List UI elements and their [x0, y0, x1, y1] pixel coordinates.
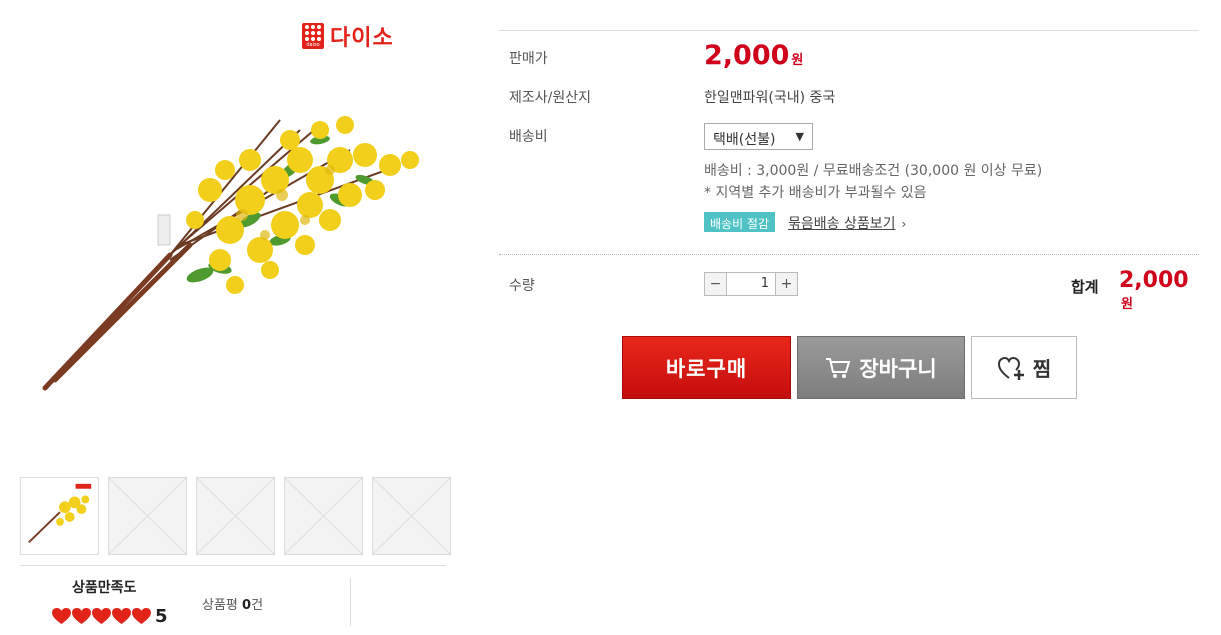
- placeholder-icon: [285, 478, 362, 554]
- thumbnail-5[interactable]: [372, 477, 451, 555]
- thumbnail-3[interactable]: [196, 477, 275, 555]
- product-info-panel: 판매가 2,000 원 제조사/원산지 한일맨파워(국내) 중국 배송비 택배(선…: [499, 30, 1199, 312]
- thumbnail-1[interactable]: [20, 477, 99, 555]
- thumbnail-strip: [20, 477, 451, 555]
- quantity-stepper: − 1 +: [704, 272, 798, 296]
- heart-plus-icon: [997, 356, 1024, 380]
- shipping-select[interactable]: 택배(선불) ▼: [704, 123, 813, 150]
- price-label: 판매가: [509, 51, 548, 67]
- thumbnail-4[interactable]: [284, 477, 363, 555]
- group-shipping-link-label: 묶음배송 상품보기: [788, 216, 896, 232]
- cart-icon: [826, 357, 851, 378]
- total-price-value: 2,000: [1119, 268, 1189, 293]
- heart-icon: [112, 608, 131, 625]
- placeholder-icon: [109, 478, 186, 554]
- price-value: 2,000: [704, 40, 790, 71]
- wishlist-label: 찜: [1032, 357, 1052, 381]
- maker-label: 제조사/원산지: [509, 90, 591, 106]
- placeholder-icon: [197, 478, 274, 554]
- shipping-note: 배송비 : 3,000원 / 무료배송조건 (30,000 원 이상 무료): [704, 163, 1043, 179]
- quantity-input[interactable]: 1: [727, 273, 775, 295]
- thumbnail-2[interactable]: [108, 477, 187, 555]
- review-count[interactable]: 상품평 0건: [202, 594, 263, 613]
- review-count-value: 0: [242, 598, 252, 613]
- quantity-increase-button[interactable]: +: [775, 273, 797, 295]
- divider: [350, 578, 351, 626]
- heart-icon: [92, 608, 111, 625]
- shipping-select-value: 택배(선불): [713, 132, 776, 148]
- review-label: 상품평: [202, 598, 238, 613]
- satisfaction-block: 상품만족도 5 상품평 0건: [20, 565, 446, 635]
- buy-now-label: 바로구매: [665, 356, 748, 381]
- quantity-decrease-button[interactable]: −: [705, 273, 727, 295]
- forsythia-thumb-icon: [28, 483, 92, 544]
- total-price: 2,000 원: [1119, 268, 1199, 312]
- heart-icon: [52, 608, 71, 625]
- price-currency: 원: [791, 53, 804, 68]
- total-currency: 원: [1121, 297, 1133, 312]
- heart-icon: [72, 608, 91, 625]
- forsythia-branch-image: [42, 116, 419, 391]
- shipping-saving-badge: 배송비 절감: [704, 212, 776, 232]
- satisfaction-title: 상품만족도: [72, 580, 137, 596]
- price-display: 2,000 원: [704, 40, 803, 71]
- shipping-extra-note: * 지역별 추가 배송비가 부과될수 있음: [704, 185, 927, 201]
- chevron-right-icon: ›: [901, 217, 907, 231]
- product-main-image: [20, 30, 450, 450]
- add-to-cart-label: 장바구니: [859, 356, 937, 381]
- wishlist-button[interactable]: 찜: [971, 336, 1077, 399]
- shipping-label: 배송비: [509, 129, 548, 145]
- add-to-cart-button[interactable]: 장바구니: [797, 336, 965, 399]
- group-shipping-link[interactable]: 묶음배송 상품보기 ›: [788, 213, 906, 233]
- divider: [499, 30, 1199, 31]
- divider: [499, 254, 1199, 255]
- satisfaction-score: 5: [155, 606, 168, 627]
- review-unit: 건: [251, 598, 264, 613]
- dropdown-arrow-icon: ▼: [795, 130, 804, 143]
- action-buttons: 바로구매 장바구니 찜: [622, 336, 1077, 399]
- heart-rating: 5: [52, 606, 168, 627]
- heart-icon: [132, 608, 151, 625]
- buy-now-button[interactable]: 바로구매: [622, 336, 791, 399]
- placeholder-icon: [373, 478, 450, 554]
- maker-value: 한일맨파워(국내) 중국: [704, 90, 836, 106]
- quantity-label: 수량: [509, 278, 535, 294]
- total-label: 합계: [1071, 278, 1099, 296]
